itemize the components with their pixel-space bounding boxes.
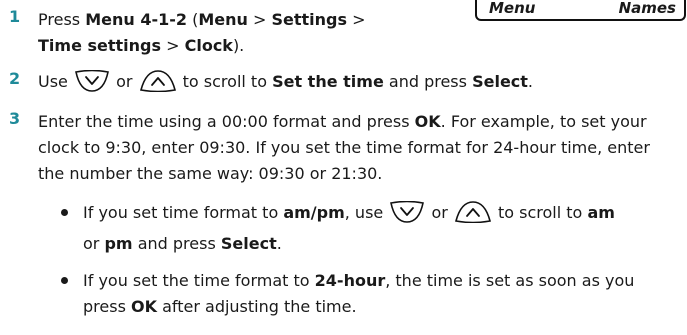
- softkey-menu-label: Menu: [489, 0, 536, 17]
- step-number: 2: [9, 69, 21, 88]
- bullet-dot: [61, 277, 68, 284]
- softkey-names-label: Names: [618, 0, 676, 17]
- step-text: Press Menu 4-1-2 (Menu > Settings > Time…: [38, 10, 366, 55]
- scroll-up-key-icon: [139, 70, 176, 100]
- step-number: 3: [9, 109, 21, 128]
- bullet-text: If you set the time format to 24-hour, t…: [83, 271, 635, 316]
- scroll-down-key-icon: [390, 200, 425, 231]
- menu-path: Menu 4-1-2: [85, 10, 188, 29]
- step-text: Enter the time using a 00:00 format and …: [38, 112, 650, 183]
- bullet-dot: [61, 209, 68, 216]
- step-text: Use or to scroll to Set the time and pre…: [38, 69, 681, 100]
- scroll-up-key-icon: [454, 201, 491, 231]
- scroll-down-key-icon: [75, 69, 109, 100]
- step-number: 1: [9, 7, 21, 26]
- phone-softkey-display: Menu Names: [475, 0, 686, 21]
- bullet-text: If you set time format to am/pm, use or …: [83, 200, 615, 253]
